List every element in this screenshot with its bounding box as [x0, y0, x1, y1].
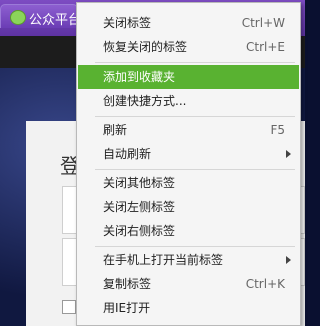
menu-item-shortcut: F5 [270, 123, 285, 137]
menu-item-shortcut: Ctrl+K [245, 277, 285, 291]
menu-item-create-shortcut[interactable]: 创建快捷方式... [78, 89, 299, 113]
tab-context-menu: 关闭标签 Ctrl+W 恢复关闭的标签 Ctrl+E 添加到收藏夹 创建快捷方式… [76, 2, 301, 326]
menu-item-auto-refresh[interactable]: 自动刷新 [78, 142, 299, 166]
wechat-icon [10, 10, 26, 25]
menu-item-label: 刷新 [103, 123, 128, 137]
menu-item-close-other-tabs[interactable]: 关闭其他标签 [78, 171, 299, 195]
menu-item-label: 创建快捷方式... [103, 94, 187, 108]
menu-item-label: 恢复关闭的标签 [103, 40, 188, 54]
menu-item-restore-closed-tab[interactable]: 恢复关闭的标签 Ctrl+E [78, 35, 299, 59]
menu-item-refresh[interactable]: 刷新 F5 [78, 118, 299, 142]
remember-checkbox[interactable] [62, 300, 76, 314]
menu-item-open-on-phone[interactable]: 在手机上打开当前标签 [78, 248, 299, 272]
menu-separator [95, 246, 295, 247]
menu-item-label: 用IE打开 [103, 301, 151, 315]
menu-item-shortcut: Ctrl+W [241, 16, 285, 30]
menu-item-label: 关闭标签 [103, 16, 152, 30]
menu-separator [95, 62, 295, 63]
menu-item-label: 关闭左侧标签 [103, 200, 176, 214]
menu-separator [95, 169, 295, 170]
menu-item-label: 关闭右侧标签 [103, 224, 176, 238]
tab-title: 公众平台 [29, 13, 82, 28]
menu-item-shortcut: Ctrl+E [246, 40, 285, 54]
menu-item-label: 添加到收藏夹 [103, 70, 176, 84]
menu-item-close-right-tabs[interactable]: 关闭右侧标签 [78, 219, 299, 243]
menu-item-label: 自动刷新 [103, 147, 152, 161]
browser-tab[interactable]: 公众平台 [0, 4, 82, 28]
submenu-arrow-icon [286, 256, 291, 264]
menu-separator [95, 116, 295, 117]
menu-item-duplicate-tab[interactable]: 复制标签 Ctrl+K [78, 272, 299, 296]
menu-item-label: 复制标签 [103, 277, 152, 291]
menu-item-close-tab[interactable]: 关闭标签 Ctrl+W [78, 11, 299, 35]
menu-item-open-with-ie[interactable]: 用IE打开 [78, 296, 299, 320]
menu-item-add-to-favorites[interactable]: 添加到收藏夹 [78, 65, 299, 89]
menu-item-label: 关闭其他标签 [103, 176, 176, 190]
menu-item-close-left-tabs[interactable]: 关闭左侧标签 [78, 195, 299, 219]
submenu-arrow-icon [286, 150, 291, 158]
menu-item-label: 在手机上打开当前标签 [103, 253, 224, 267]
